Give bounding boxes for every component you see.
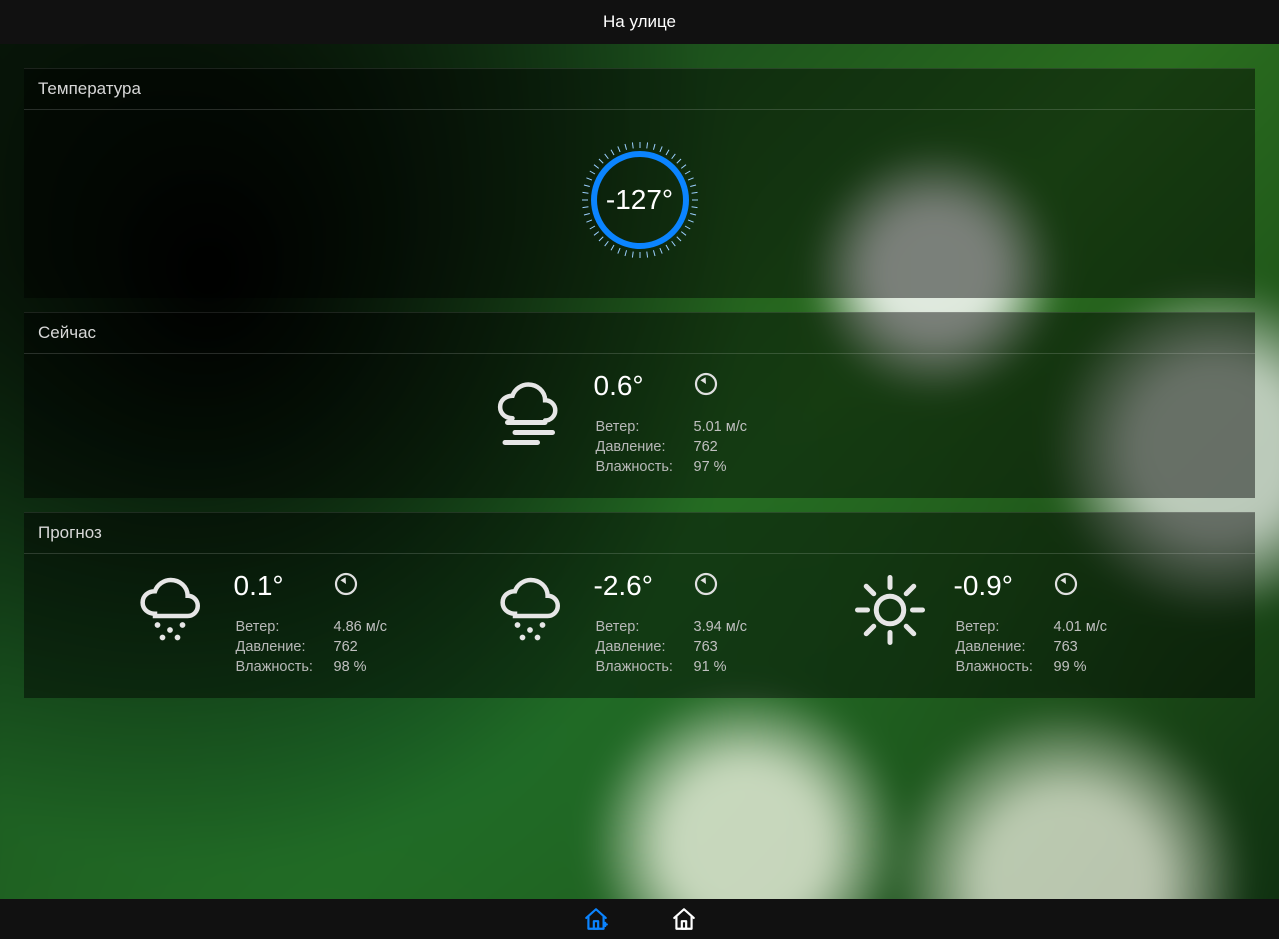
now-weather-block: 0.6° Ветер:5.01 м/с Давление:762 — [490, 370, 790, 478]
forecast-pressure: 763 — [1054, 638, 1108, 656]
bottom-nav — [0, 899, 1279, 939]
forecast-wind: 3.94 м/с — [694, 618, 748, 636]
wind-label: Ветер: — [596, 618, 692, 636]
forecast-details: Ветер:4.86 м/сДавление:762Влажность:98 % — [234, 616, 390, 678]
home-active-icon — [583, 906, 609, 932]
forecast-temp: -2.6° — [594, 570, 664, 602]
now-card: Сейчас 0.6° — [24, 312, 1255, 498]
wind-label: Ветер: — [236, 618, 332, 636]
temperature-value: -127° — [580, 140, 700, 260]
compass-icon — [334, 572, 358, 601]
wind-label: Ветер: — [596, 418, 692, 436]
forecast-block: 0.1° Ветер:4.86 м/сДавление:762Влажность:… — [130, 570, 430, 678]
temperature-card-title: Температура — [24, 68, 1255, 110]
wind-label: Ветер: — [956, 618, 1052, 636]
now-wind: 5.01 м/с — [694, 418, 748, 436]
pressure-label: Давление: — [596, 638, 692, 656]
fog-icon — [490, 370, 570, 450]
now-temp: 0.6° — [594, 370, 664, 402]
snow-icon — [130, 570, 210, 650]
forecast-details: Ветер:3.94 м/сДавление:763Влажность:91 % — [594, 616, 750, 678]
now-humidity: 97 % — [694, 458, 748, 476]
pressure-label: Давление: — [236, 638, 332, 656]
forecast-block: -0.9° Ветер:4.01 м/сДавление:763Влажность… — [850, 570, 1150, 678]
home-icon — [671, 906, 697, 932]
forecast-humidity: 98 % — [334, 658, 388, 676]
sun-icon — [850, 570, 930, 650]
compass-icon — [694, 372, 718, 401]
humidity-label: Влажность: — [236, 658, 332, 676]
content-area: Температура -127° Сейчас — [0, 44, 1279, 899]
forecast-temp: 0.1° — [234, 570, 304, 602]
temperature-card: Температура -127° — [24, 68, 1255, 298]
page-header: На улице — [0, 0, 1279, 44]
forecast-pressure: 762 — [334, 638, 388, 656]
forecast-wind: 4.01 м/с — [1054, 618, 1108, 636]
now-card-title: Сейчас — [24, 312, 1255, 354]
forecast-humidity: 91 % — [694, 658, 748, 676]
nav-home-button[interactable] — [670, 905, 698, 933]
humidity-label: Влажность: — [596, 458, 692, 476]
now-pressure: 762 — [694, 438, 748, 456]
snow-icon — [490, 570, 570, 650]
page-title: На улице — [603, 12, 676, 32]
forecast-temp: -0.9° — [954, 570, 1024, 602]
nav-home-active-button[interactable] — [582, 905, 610, 933]
forecast-humidity: 99 % — [1054, 658, 1108, 676]
pressure-label: Давление: — [596, 438, 692, 456]
forecast-pressure: 763 — [694, 638, 748, 656]
humidity-label: Влажность: — [596, 658, 692, 676]
forecast-card: Прогноз 0.1°Ветер:4.86 м/сДавление:762Вл… — [24, 512, 1255, 698]
humidity-label: Влажность: — [956, 658, 1052, 676]
temperature-gauge: -127° — [580, 140, 700, 260]
compass-icon — [694, 572, 718, 601]
forecast-block: -2.6° Ветер:3.94 м/сДавление:763Влажность… — [490, 570, 790, 678]
forecast-details: Ветер:4.01 м/сДавление:763Влажность:99 % — [954, 616, 1110, 678]
forecast-card-title: Прогноз — [24, 512, 1255, 554]
compass-icon — [1054, 572, 1078, 601]
now-details: Ветер:5.01 м/с Давление:762 Влажность:97… — [594, 416, 750, 478]
pressure-label: Давление: — [956, 638, 1052, 656]
forecast-wind: 4.86 м/с — [334, 618, 388, 636]
